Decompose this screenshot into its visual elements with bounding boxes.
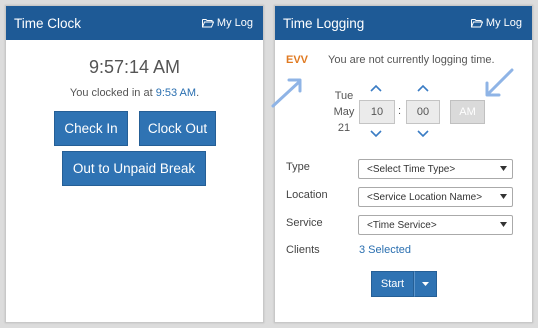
time-clock-header: Time Clock My Log [6, 6, 263, 40]
caret-down-icon [500, 194, 507, 199]
folder-open-icon [201, 19, 214, 28]
time-logging-panel: Time Logging My Log EVV You are not curr… [271, 5, 533, 323]
pointer-arrow-icon [271, 78, 302, 108]
time-separator: : [398, 105, 402, 117]
caret-down-icon [500, 166, 507, 171]
start-button-group: Start [371, 271, 437, 297]
date-month: May [333, 106, 355, 118]
current-time: 9:57:14 AM [88, 57, 181, 77]
date-day: 21 [337, 122, 351, 134]
caret-down-icon [422, 281, 429, 286]
unpaid-break-button[interactable]: Out to Unpaid Break [62, 151, 206, 186]
hour-input[interactable]: 10 [359, 100, 395, 124]
start-dropdown-toggle[interactable] [414, 271, 437, 297]
start-button[interactable]: Start [371, 271, 414, 297]
clocked-in-prefix: You clocked in at [69, 87, 153, 99]
folder-open-icon [470, 19, 483, 28]
hour-up-icon[interactable] [370, 84, 382, 92]
hour-down-icon[interactable] [370, 130, 382, 138]
minute-up-icon[interactable] [417, 84, 429, 92]
date-display: Tue May 21 [333, 88, 355, 136]
time-logging-title: Time Logging [283, 15, 365, 31]
evv-label: EVV [286, 54, 309, 66]
caret-down-icon [500, 222, 507, 227]
clocked-in-time: 9:53 AM [155, 87, 197, 99]
clocked-in-suffix: . [196, 87, 200, 99]
type-label: Type [286, 161, 310, 173]
ampm-toggle[interactable]: AM [450, 100, 485, 124]
time-logging-header: Time Logging My Log [275, 6, 532, 40]
location-label: Location [286, 189, 328, 201]
my-log-label: My Log [216, 17, 253, 29]
date-weekday: Tue [334, 90, 354, 102]
logging-status: You are not currently logging time. [328, 54, 495, 66]
my-log-label: My Log [485, 17, 522, 29]
location-select[interactable]: <Service Location Name> [358, 187, 513, 207]
check-in-button[interactable]: Check In [54, 111, 128, 146]
time-clock-title: Time Clock [14, 15, 82, 31]
service-label: Service [286, 217, 323, 229]
clients-selected-link[interactable]: 3 Selected [359, 244, 411, 256]
location-select-value: <Service Location Name> [367, 191, 483, 203]
my-log-link[interactable]: My Log [201, 17, 253, 29]
clients-label: Clients [286, 244, 320, 256]
minute-input[interactable]: 00 [406, 100, 440, 124]
pointer-arrow-icon [485, 68, 514, 97]
service-select[interactable]: <Time Service> [358, 215, 513, 235]
type-select[interactable]: <Select Time Type> [358, 159, 513, 179]
clocked-in-message: You clocked in at 9:53 AM. [6, 87, 263, 99]
type-select-value: <Select Time Type> [367, 163, 456, 175]
clock-out-button[interactable]: Clock Out [139, 111, 216, 146]
my-log-link[interactable]: My Log [470, 17, 522, 29]
minute-down-icon[interactable] [417, 130, 429, 138]
time-clock-panel: Time Clock My Log 9:57:14 AM You clocked… [5, 5, 264, 323]
service-select-value: <Time Service> [367, 219, 437, 231]
